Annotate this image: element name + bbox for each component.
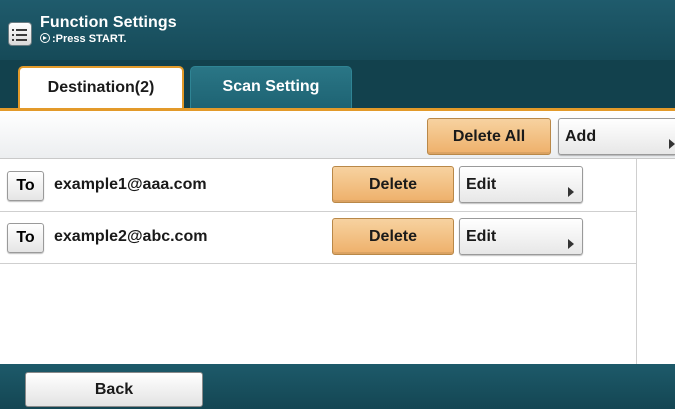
destination-address: example2@abc.com [54,228,208,245]
tab-destination[interactable]: Destination(2) [18,66,184,110]
delete-button[interactable]: Delete [332,218,454,255]
destination-row-1: To example1@aaa.com Delete Edit [0,160,636,212]
page-subtitle: :Press START. [40,33,126,45]
add-button-label: Add [565,128,597,145]
arrow-right-icon [568,187,574,197]
arrow-right-icon [568,239,574,249]
tab-scan-setting[interactable]: Scan Setting [190,66,352,108]
arrow-right-icon [669,139,675,149]
menu-list-icon[interactable] [8,22,32,46]
delete-all-button[interactable]: Delete All [427,118,551,155]
function-settings-screen: Function Settings :Press START. Destinat… [0,0,675,409]
start-icon [40,33,50,43]
back-button[interactable]: Back [25,372,203,407]
to-type-button[interactable]: To [7,171,44,201]
edit-button[interactable]: Edit [459,218,583,255]
footer-bar: Back [0,364,675,409]
edit-button[interactable]: Edit [459,166,583,203]
tab-bar: Destination(2) Scan Setting [0,60,675,110]
destination-toolbar: Delete All Add [0,108,675,159]
to-type-button[interactable]: To [7,223,44,253]
edit-button-label: Edit [466,228,497,245]
header-bar: Function Settings :Press START. [0,0,675,60]
edit-button-label: Edit [466,176,497,193]
delete-button[interactable]: Delete [332,166,454,203]
subtitle-text: :Press START. [52,33,127,45]
destination-row-2: To example2@abc.com Delete Edit [0,212,636,264]
page-title: Function Settings [40,14,177,31]
add-button[interactable]: Add [558,118,675,155]
scrollbar-divider [636,159,637,364]
destination-address: example1@aaa.com [54,176,207,193]
